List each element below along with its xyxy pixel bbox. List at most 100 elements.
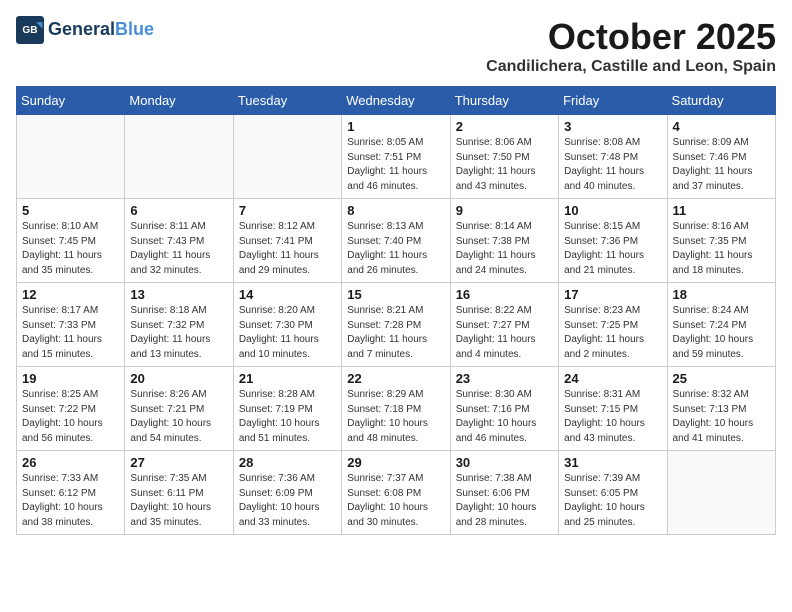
day-number: 3 [564,119,661,134]
day-number: 20 [130,371,227,386]
day-cell-27: 27Sunrise: 7:35 AMSunset: 6:11 PMDayligh… [125,451,233,535]
day-cell-10: 10 Sunrise: 8:15 AMSunset: 7:36 PMDayligh… [559,199,667,283]
day-info: Sunrise: 8:28 AMSunset: 7:19 PMDaylight:… [239,388,336,446]
day-number: 1 [347,119,444,134]
day-info: Sunrise: 7:39 AMSunset: 6:05 PMDaylight:… [564,472,661,530]
day-info: Sunrise: 8:30 AMSunset: 7:16 PMDaylight:… [456,388,553,446]
day-number: 26 [22,455,119,470]
day-cell-25: 25 Sunrise: 8:32 AMSunset: 7:13 PMDayligh… [667,367,775,451]
day-cell-12: 12 Sunrise: 8:17 AMSunset: 7:33 PMDayligh… [17,283,125,367]
day-info: Sunrise: 8:31 AMSunset: 7:15 PMDaylight:… [564,388,661,446]
day-info: Sunrise: 8:25 AMSunset: 7:22 PMDaylight:… [22,388,119,446]
calendar: SundayMondayTuesdayWednesdayThursdayFrid… [16,86,776,535]
day-info: Sunrise: 8:23 AMSunset: 7:25 PMDaylight:… [564,304,661,362]
day-cell-1: 1 Sunrise: 8:05 AMSunset: 7:51 PMDaylight… [342,115,450,199]
empty-cell [125,115,233,199]
svg-text:GB: GB [22,25,37,36]
empty-cell [233,115,341,199]
day-cell-13: 13 Sunrise: 8:18 AMSunset: 7:32 PMDayligh… [125,283,233,367]
empty-cell [17,115,125,199]
day-info: Sunrise: 8:16 AMSunset: 7:35 PMDaylight:… [673,220,770,278]
logo-icon: GB [16,16,44,44]
day-number: 28 [239,455,336,470]
weekday-header-wednesday: Wednesday [342,87,450,115]
day-cell-6: 6 Sunrise: 8:11 AMSunset: 7:43 PMDaylight… [125,199,233,283]
day-cell-23: 23 Sunrise: 8:30 AMSunset: 7:16 PMDayligh… [450,367,558,451]
day-number: 21 [239,371,336,386]
weekday-header-thursday: Thursday [450,87,558,115]
day-cell-21: 21 Sunrise: 8:28 AMSunset: 7:19 PMDayligh… [233,367,341,451]
day-cell-28: 28 Sunrise: 7:36 AMSunset: 6:09 PMDayligh… [233,451,341,535]
day-cell-22: 22Sunrise: 8:29 AMSunset: 7:18 PMDayligh… [342,367,450,451]
day-info: Sunrise: 8:17 AMSunset: 7:33 PMDaylight:… [22,304,119,362]
day-cell-9: 9 Sunrise: 8:14 AMSunset: 7:38 PMDaylight… [450,199,558,283]
day-cell-5: 5 Sunrise: 8:10 AMSunset: 7:45 PMDaylight… [17,199,125,283]
day-info: Sunrise: 8:21 AMSunset: 7:28 PMDaylight:… [347,304,444,362]
day-number: 7 [239,203,336,218]
day-cell-17: 17 Sunrise: 8:23 AMSunset: 7:25 PMDayligh… [559,283,667,367]
day-cell-29: 29 Sunrise: 7:37 AMSunset: 6:08 PMDayligh… [342,451,450,535]
day-number: 29 [347,455,444,470]
day-number: 15 [347,287,444,302]
day-number: 18 [673,287,770,302]
day-cell-24: 24Sunrise: 8:31 AMSunset: 7:15 PMDayligh… [559,367,667,451]
day-number: 6 [130,203,227,218]
day-info: Sunrise: 7:35 AMSunset: 6:11 PMDaylight:… [130,472,227,530]
weekday-header-sunday: Sunday [17,87,125,115]
day-cell-11: 11Sunrise: 8:16 AMSunset: 7:35 PMDayligh… [667,199,775,283]
day-cell-3: 3Sunrise: 8:08 AMSunset: 7:48 PMDaylight… [559,115,667,199]
logo: GB GeneralBlue [16,16,154,44]
day-number: 16 [456,287,553,302]
day-number: 4 [673,119,770,134]
day-number: 17 [564,287,661,302]
day-info: Sunrise: 8:06 AMSunset: 7:50 PMDaylight:… [456,136,553,194]
day-cell-15: 15 Sunrise: 8:21 AMSunset: 7:28 PMDayligh… [342,283,450,367]
day-cell-2: 2Sunrise: 8:06 AMSunset: 7:50 PMDaylight… [450,115,558,199]
day-info: Sunrise: 7:37 AMSunset: 6:08 PMDaylight:… [347,472,444,530]
day-number: 12 [22,287,119,302]
day-number: 19 [22,371,119,386]
day-number: 25 [673,371,770,386]
day-number: 9 [456,203,553,218]
day-cell-18: 18 Sunrise: 8:24 AMSunset: 7:24 PMDayligh… [667,283,775,367]
day-info: Sunrise: 8:24 AMSunset: 7:24 PMDaylight:… [673,304,770,362]
month-title: October 2025 [486,16,776,58]
day-info: Sunrise: 8:12 AMSunset: 7:41 PMDaylight:… [239,220,336,278]
day-number: 8 [347,203,444,218]
day-info: Sunrise: 8:20 AMSunset: 7:30 PMDaylight:… [239,304,336,362]
day-number: 5 [22,203,119,218]
day-number: 14 [239,287,336,302]
day-cell-20: 20 Sunrise: 8:26 AMSunset: 7:21 PMDayligh… [125,367,233,451]
day-number: 22 [347,371,444,386]
day-cell-7: 7 Sunrise: 8:12 AMSunset: 7:41 PMDaylight… [233,199,341,283]
logo-line1: GeneralBlue [48,20,154,40]
day-number: 10 [564,203,661,218]
day-info: Sunrise: 7:36 AMSunset: 6:09 PMDaylight:… [239,472,336,530]
day-cell-4: 4 Sunrise: 8:09 AMSunset: 7:46 PMDaylight… [667,115,775,199]
day-number: 13 [130,287,227,302]
day-info: Sunrise: 8:11 AMSunset: 7:43 PMDaylight:… [130,220,227,278]
day-info: Sunrise: 8:32 AMSunset: 7:13 PMDaylight:… [673,388,770,446]
day-cell-30: 30 Sunrise: 7:38 AMSunset: 6:06 PMDayligh… [450,451,558,535]
day-info: Sunrise: 8:18 AMSunset: 7:32 PMDaylight:… [130,304,227,362]
day-number: 23 [456,371,553,386]
day-info: Sunrise: 8:10 AMSunset: 7:45 PMDaylight:… [22,220,119,278]
day-number: 30 [456,455,553,470]
day-info: Sunrise: 7:33 AMSunset: 6:12 PMDaylight:… [22,472,119,530]
day-info: Sunrise: 8:13 AMSunset: 7:40 PMDaylight:… [347,220,444,278]
day-info: Sunrise: 8:14 AMSunset: 7:38 PMDaylight:… [456,220,553,278]
day-info: Sunrise: 7:38 AMSunset: 6:06 PMDaylight:… [456,472,553,530]
day-info: Sunrise: 8:05 AMSunset: 7:51 PMDaylight:… [347,136,444,194]
day-info: Sunrise: 8:15 AMSunset: 7:36 PMDaylight:… [564,220,661,278]
empty-cell [667,451,775,535]
day-info: Sunrise: 8:26 AMSunset: 7:21 PMDaylight:… [130,388,227,446]
day-info: Sunrise: 8:09 AMSunset: 7:46 PMDaylight:… [673,136,770,194]
day-cell-16: 16 Sunrise: 8:22 AMSunset: 7:27 PMDayligh… [450,283,558,367]
day-info: Sunrise: 8:22 AMSunset: 7:27 PMDaylight:… [456,304,553,362]
day-cell-14: 14 Sunrise: 8:20 AMSunset: 7:30 PMDayligh… [233,283,341,367]
day-number: 31 [564,455,661,470]
weekday-header-tuesday: Tuesday [233,87,341,115]
day-cell-31: 31 Sunrise: 7:39 AMSunset: 6:05 PMDayligh… [559,451,667,535]
day-cell-8: 8 Sunrise: 8:13 AMSunset: 7:40 PMDaylight… [342,199,450,283]
day-cell-19: 19 Sunrise: 8:25 AMSunset: 7:22 PMDayligh… [17,367,125,451]
